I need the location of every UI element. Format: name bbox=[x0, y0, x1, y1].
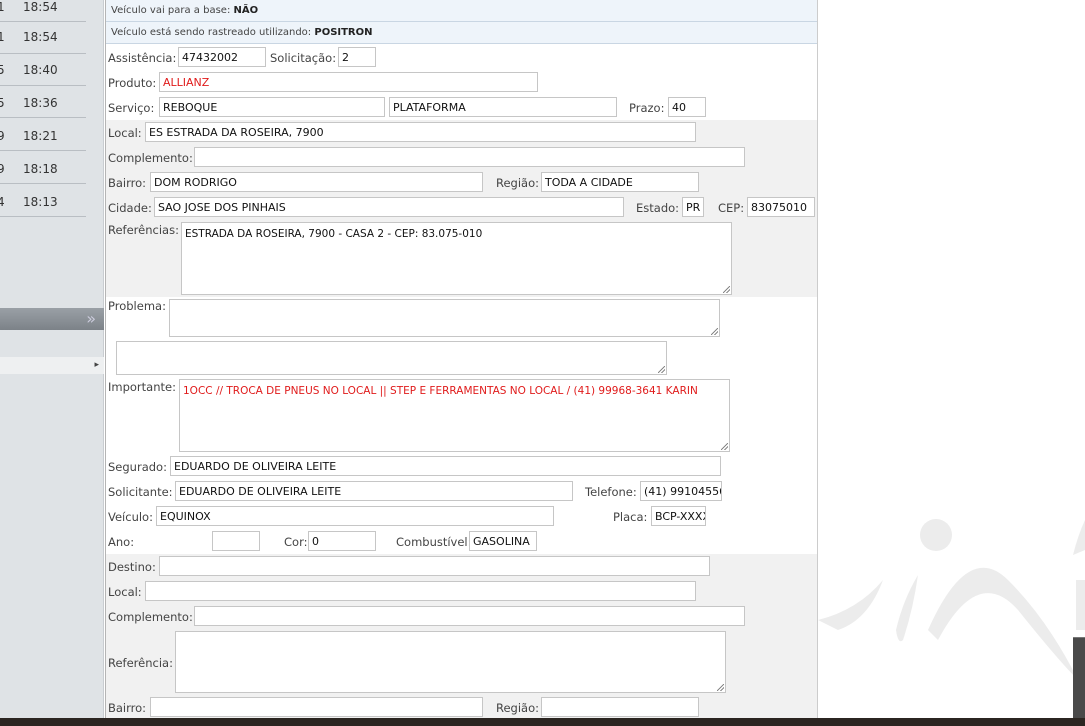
prazo-label: Prazo: bbox=[629, 101, 665, 115]
base-value: NÃO bbox=[233, 5, 259, 16]
cidade-field[interactable]: SAO JOSE DOS PINHAIS bbox=[154, 197, 624, 217]
cor-field[interactable]: 0 bbox=[308, 531, 376, 551]
veiculo-label: Veículo: bbox=[108, 510, 153, 524]
regiao-field[interactable]: TODA A CIDADE bbox=[541, 172, 699, 192]
collapse-panel-bar[interactable]: » bbox=[0, 308, 104, 330]
item-time: 18:54 bbox=[23, 0, 58, 14]
prazo-field[interactable]: 40 bbox=[668, 97, 706, 117]
item-id: 1 bbox=[0, 30, 5, 44]
problema-label: Problema: bbox=[108, 299, 166, 313]
assistencia-label: Assistência: bbox=[108, 51, 177, 65]
combustivel-label: Combustível: bbox=[396, 535, 472, 549]
solicitante-label: Solicitante: bbox=[108, 485, 173, 499]
item-id: 1 bbox=[0, 0, 5, 14]
problema-detail-textarea[interactable] bbox=[116, 341, 667, 375]
placa-field[interactable]: BCP-XXXX bbox=[651, 506, 706, 526]
base-label: Veículo vai para a base: bbox=[111, 5, 231, 16]
item-time: 18:21 bbox=[23, 129, 58, 143]
caret-right-icon: ▸ bbox=[94, 360, 99, 370]
item-id: 9 bbox=[0, 129, 5, 143]
dest-referencia-label: Referência: bbox=[108, 656, 173, 670]
cep-label: CEP: bbox=[718, 201, 745, 215]
ano-label: Ano: bbox=[108, 535, 135, 549]
dest-complemento-label: Complemento: bbox=[108, 610, 193, 624]
complemento-label: Complemento: bbox=[108, 151, 193, 165]
segurado-field[interactable]: EDUARDO DE OLIVEIRA LEITE bbox=[170, 456, 721, 476]
servico-label: Serviço: bbox=[108, 101, 155, 115]
list-item[interactable]: 5 18:40 bbox=[0, 54, 86, 86]
dest-complemento-field[interactable] bbox=[194, 606, 745, 626]
dest-local-field[interactable] bbox=[145, 581, 696, 601]
item-time: 18:54 bbox=[23, 30, 58, 44]
cep-field[interactable]: 83075010 bbox=[747, 197, 815, 217]
combustivel-field[interactable]: GASOLINA bbox=[469, 531, 537, 551]
veiculo-field[interactable]: EQUINOX bbox=[156, 506, 554, 526]
produto-label: Produto: bbox=[108, 76, 157, 90]
local-label: Local: bbox=[108, 126, 142, 140]
placa-label: Placa: bbox=[613, 510, 648, 524]
watermark-logo bbox=[818, 519, 1085, 680]
item-id: 4 bbox=[0, 195, 5, 209]
base-info: Veículo vai para a base: NÃO bbox=[106, 0, 817, 22]
bairro-label: Bairro: bbox=[108, 176, 147, 190]
solicitacao-field[interactable]: 2 bbox=[338, 47, 376, 67]
dest-bairro-label: Bairro: bbox=[108, 701, 147, 715]
local-field[interactable]: ES ESTRADA DA ROSEIRA, 7900 bbox=[145, 122, 696, 142]
problema-textarea[interactable] bbox=[169, 299, 720, 337]
telefone-field[interactable]: (41) 991045567 bbox=[640, 481, 722, 501]
estado-field[interactable]: PR bbox=[682, 197, 704, 217]
tracking-info: Veículo está sendo rastreado utilizando:… bbox=[106, 22, 817, 44]
item-time: 18:40 bbox=[23, 63, 58, 77]
estado-label: Estado: bbox=[636, 201, 680, 215]
item-time: 18:13 bbox=[23, 195, 58, 209]
submenu-row[interactable]: ▸ bbox=[0, 357, 104, 374]
item-time: 18:36 bbox=[23, 96, 58, 110]
ano-field[interactable] bbox=[212, 531, 260, 551]
servico-tipo-field[interactable]: PLATAFORMA bbox=[389, 97, 617, 117]
solicitante-field[interactable]: EDUARDO DE OLIVEIRA LEITE bbox=[175, 481, 573, 501]
item-id: 5 bbox=[0, 63, 5, 77]
segurado-label: Segurado: bbox=[108, 460, 167, 474]
taskbar-strip bbox=[0, 718, 1085, 726]
tracking-label: Veículo está sendo rastreado utilizando: bbox=[111, 27, 312, 38]
importante-label: Importante: bbox=[108, 380, 176, 394]
dest-regiao-field[interactable] bbox=[541, 697, 699, 717]
list-item[interactable]: 1 18:54 bbox=[0, 22, 86, 54]
destino-field[interactable] bbox=[159, 556, 710, 576]
item-time: 18:18 bbox=[23, 162, 58, 176]
assistencia-field[interactable]: 47432002 bbox=[178, 47, 266, 67]
item-id: 9 bbox=[0, 162, 5, 176]
list-item[interactable]: 4 18:13 bbox=[0, 185, 86, 217]
double-chevron-right-icon[interactable]: » bbox=[86, 309, 96, 328]
destino-label: Destino: bbox=[108, 560, 156, 574]
dest-referencia-textarea[interactable] bbox=[175, 631, 726, 693]
cor-label: Cor: bbox=[284, 535, 308, 549]
referencias-label: Referências: bbox=[108, 223, 179, 237]
bairro-field[interactable]: DOM RODRIGO bbox=[150, 172, 483, 192]
tracking-value: POSITRON bbox=[314, 27, 373, 38]
dark-panel bbox=[1073, 637, 1085, 718]
produto-field[interactable]: ALLIANZ bbox=[159, 72, 538, 92]
dest-regiao-label: Região: bbox=[496, 701, 540, 715]
referencias-textarea[interactable]: ESTRADA DA ROSEIRA, 7900 - CASA 2 - CEP:… bbox=[181, 222, 732, 295]
item-id: 5 bbox=[0, 96, 5, 110]
dest-bairro-field[interactable] bbox=[150, 697, 483, 717]
solicitacao-label: Solicitação: bbox=[270, 51, 337, 65]
dest-local-label: Local: bbox=[108, 585, 142, 599]
servico-field[interactable]: REBOQUE bbox=[159, 97, 385, 117]
list-item[interactable]: 5 18:36 bbox=[0, 86, 86, 118]
importante-textarea[interactable]: 1OCC // TROCA DE PNEUS NO LOCAL || STEP … bbox=[179, 379, 730, 452]
list-item[interactable]: 9 18:18 bbox=[0, 152, 86, 184]
complemento-field[interactable] bbox=[194, 147, 745, 167]
list-item[interactable]: 1 18:54 bbox=[0, 0, 86, 22]
regiao-label: Região: bbox=[496, 176, 540, 190]
telefone-label: Telefone: bbox=[585, 485, 637, 499]
cidade-label: Cidade: bbox=[108, 201, 152, 215]
list-item[interactable]: 9 18:21 bbox=[0, 119, 86, 151]
